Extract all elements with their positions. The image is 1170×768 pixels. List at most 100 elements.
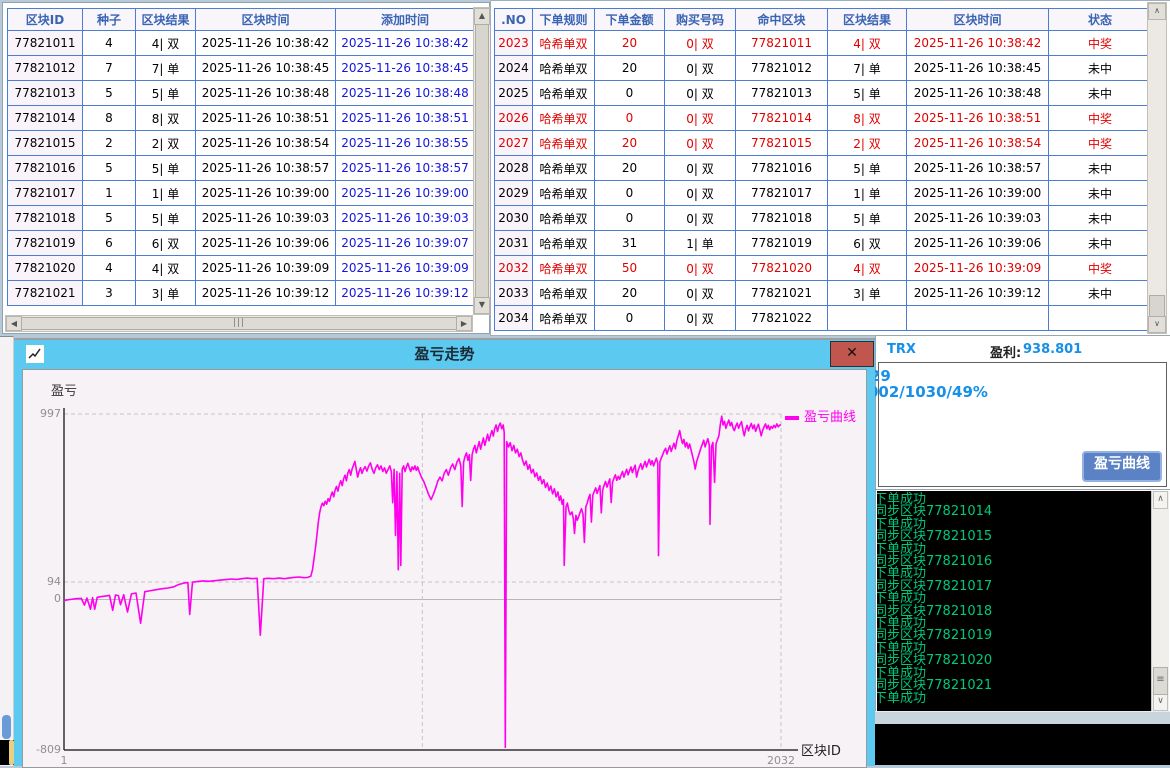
terminal-scrollbar[interactable]: ∧ ∨ ≡ [1151, 491, 1169, 711]
table-row[interactable]: 7782101488| 双2025-11-26 10:38:512025-11-… [8, 106, 475, 131]
table-cell: 2025-11-26 10:38:42 [907, 31, 1049, 56]
column-header[interactable]: .NO [495, 9, 533, 31]
table-cell: 2025-11-26 10:38:57 [907, 156, 1049, 181]
column-header[interactable]: 状态 [1049, 9, 1152, 31]
table-row[interactable]: 7782101855| 单2025-11-26 10:39:032025-11-… [8, 206, 475, 231]
table-cell: 7 [83, 56, 136, 81]
column-header[interactable]: 命中区块 [736, 9, 828, 31]
block-table-hscrollbar[interactable]: ◀ ▶ ||| [5, 315, 473, 332]
order-table-vscrollbar[interactable]: ∧ ∨ [1147, 2, 1167, 334]
scroll-up-icon[interactable]: ▲ [474, 8, 490, 25]
table-row[interactable]: 2029哈希单双00| 双778210171| 单2025-11-26 10:3… [495, 181, 1152, 206]
terminal-log-lines: 下单成功 同步区块77821014 下单成功 同步区块77821015 下单成功… [877, 494, 992, 705]
order-table-panel: .NO下单规则下单金额购买号码命中区块区块结果区块时间状态2023哈希单双200… [490, 0, 1170, 336]
profit-curve-button[interactable]: 盈亏曲线 [1082, 451, 1162, 482]
scroll-up-icon[interactable]: ∧ [1153, 491, 1168, 509]
table-cell: 哈希单双 [533, 156, 595, 181]
table-row[interactable]: 2024哈希单双200| 双778210127| 单2025-11-26 10:… [495, 56, 1152, 81]
table-cell: 2025-11-26 10:39:00 [196, 181, 336, 206]
column-header[interactable]: 添加时间 [336, 9, 475, 31]
scroll-down-icon[interactable]: ∨ [1153, 693, 1168, 711]
table-cell: 6| 双 [136, 231, 196, 256]
table-cell: 2028 [495, 156, 533, 181]
table-row[interactable]: 2025哈希单双00| 双778210135| 单2025-11-26 10:3… [495, 81, 1152, 106]
table-cell: 2025-11-26 10:38:54 [196, 131, 336, 156]
x-tick-label: 1 [44, 754, 84, 767]
chart-window-icon [26, 345, 44, 363]
table-cell: 0| 双 [665, 31, 736, 56]
table-row[interactable]: 2032哈希单双500| 双778210204| 双2025-11-26 10:… [495, 256, 1152, 281]
table-row[interactable]: 7782101655| 单2025-11-26 10:38:572025-11-… [8, 156, 475, 181]
profit-value: 938.801 [1023, 342, 1082, 357]
table-cell: 4| 双 [828, 256, 907, 281]
table-cell: 5 [83, 156, 136, 181]
table-cell: 77821017 [736, 181, 828, 206]
scroll-right-icon[interactable]: ▶ [456, 316, 472, 331]
column-header[interactable]: 种子 [83, 9, 136, 31]
table-cell: 0| 双 [665, 206, 736, 231]
table-row[interactable]: 7782101144| 双2025-11-26 10:38:422025-11-… [8, 31, 475, 56]
table-row[interactable]: 2026哈希单双00| 双778210148| 双2025-11-26 10:3… [495, 106, 1152, 131]
table-cell: 7| 单 [136, 56, 196, 81]
table-cell: 77821018 [8, 206, 83, 231]
column-header[interactable]: 购买号码 [665, 9, 736, 31]
block-table-panel: 区块ID种子区块结果区块时间添加时间7782101144| 双2025-11-2… [2, 2, 490, 334]
chart-window-titlebar[interactable]: 盈亏走势 ✕ [14, 340, 875, 369]
close-icon[interactable]: ✕ [830, 341, 874, 367]
table-row[interactable]: 2023哈希单双200| 双778210114| 双2025-11-26 10:… [495, 31, 1152, 56]
table-row[interactable]: 2034哈希单双00| 双77821022 [495, 306, 1152, 331]
scroll-left-icon[interactable]: ◀ [6, 316, 22, 331]
hscroll-thumb[interactable]: ||| [21, 317, 457, 330]
symbol-label: TRX [887, 342, 916, 357]
scroll-down-icon[interactable]: ∨ [1148, 316, 1166, 333]
table-cell: 2026 [495, 106, 533, 131]
table-row[interactable]: 2028哈希单双200| 双778210165| 单2025-11-26 10:… [495, 156, 1152, 181]
table-cell: 哈希单双 [533, 81, 595, 106]
table-row[interactable]: 7782102044| 双2025-11-26 10:39:092025-11-… [8, 256, 475, 281]
table-row[interactable]: 2030哈希单双00| 双778210185| 单2025-11-26 10:3… [495, 206, 1152, 231]
table-cell: 2025-11-26 10:39:00 [336, 181, 475, 206]
column-header[interactable]: 下单规则 [533, 9, 595, 31]
table-cell: 0| 双 [665, 81, 736, 106]
chart-legend: 盈亏曲线 [785, 406, 856, 425]
table-row[interactable]: 2033哈希单双200| 双778210213| 单2025-11-26 10:… [495, 281, 1152, 306]
table-cell: 0| 双 [665, 281, 736, 306]
table-cell: 77821017 [8, 181, 83, 206]
trx-summary-panel: TRX 盈利: 938.801 29 002/1030/49% 盈亏曲线 [875, 335, 1170, 490]
column-header[interactable]: 区块时间 [907, 9, 1049, 31]
table-row[interactable]: 7782101966| 双2025-11-26 10:39:062025-11-… [8, 231, 475, 256]
table-cell: 0| 双 [665, 181, 736, 206]
column-header[interactable]: 区块时间 [196, 9, 336, 31]
y-tick-label: 0 [25, 592, 61, 605]
table-cell: 7| 单 [828, 56, 907, 81]
table-cell: 2032 [495, 256, 533, 281]
table-row[interactable]: 7782101355| 单2025-11-26 10:38:482025-11-… [8, 81, 475, 106]
table-cell: 未中 [1049, 231, 1152, 256]
column-header[interactable]: 区块结果 [828, 9, 907, 31]
column-header[interactable]: 下单金额 [595, 9, 665, 31]
bottom-divider-strip [875, 711, 1170, 725]
scroll-down-icon[interactable]: ▼ [474, 297, 490, 314]
table-row[interactable]: 7782102133| 单2025-11-26 10:39:122025-11-… [8, 281, 475, 306]
table-cell: 4| 双 [136, 31, 196, 56]
table-cell: 0 [595, 81, 665, 106]
column-header[interactable]: 区块ID [8, 9, 83, 31]
table-header-row: 区块ID种子区块结果区块时间添加时间 [8, 9, 475, 31]
table-row[interactable]: 7782101277| 单2025-11-26 10:38:452025-11-… [8, 56, 475, 81]
table-cell: 哈希单双 [533, 231, 595, 256]
table-row[interactable]: 2031哈希单双311| 单778210196| 双2025-11-26 10:… [495, 231, 1152, 256]
table-cell: 未中 [1049, 281, 1152, 306]
profit-label: 盈利: [990, 342, 1021, 361]
table-row[interactable]: 7782101711| 单2025-11-26 10:39:002025-11-… [8, 181, 475, 206]
terminal-screen: 下单成功 同步区块77821014 下单成功 同步区块77821015 下单成功… [877, 491, 1169, 711]
table-row[interactable]: 2027哈希单双200| 双778210152| 双2025-11-26 10:… [495, 131, 1152, 156]
vscroll-thumb[interactable] [1149, 295, 1165, 317]
legend-series-label: 盈亏曲线 [804, 410, 856, 425]
table-row[interactable]: 7782101522| 双2025-11-26 10:38:542025-11-… [8, 131, 475, 156]
terminal-scroll-thumb[interactable]: ≡ [1153, 667, 1168, 695]
vscroll-thumb[interactable] [475, 24, 489, 298]
scroll-up-icon[interactable]: ∧ [1148, 3, 1166, 20]
column-header[interactable]: 区块结果 [136, 9, 196, 31]
block-table-vscrollbar[interactable]: ▲ ▼ [473, 7, 491, 315]
table-cell: 2025-11-26 10:38:51 [336, 106, 475, 131]
